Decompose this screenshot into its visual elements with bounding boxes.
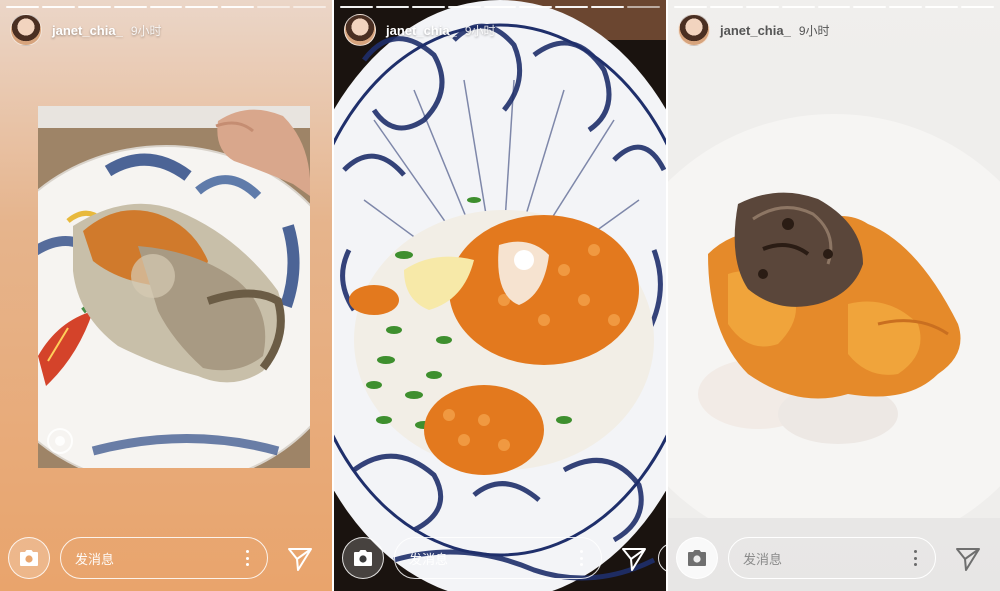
avatar[interactable] [10,14,42,46]
story-progress-bar [674,6,995,8]
progress-segment [483,6,517,8]
progress-segment [149,6,183,8]
instagram-stories-triptych: janet_chia_ 9小时 发消息 janet_chia_ 9小时 发消息 … [0,0,1000,591]
progress-segment [6,6,39,8]
progress-segment [853,6,887,8]
progress-segment [709,6,743,8]
username[interactable]: janet_chia_ [386,23,457,38]
progress-segment [925,6,959,8]
camera-icon [688,550,706,566]
message-placeholder: 发消息 [75,551,115,567]
camera-button[interactable] [676,537,718,579]
story-header: janet_chia_ 9小时 [344,14,496,46]
avatar[interactable] [678,14,710,46]
progress-segment [519,6,553,8]
avatar[interactable] [344,14,376,46]
camera-button[interactable] [342,537,384,579]
story-panel-2[interactable]: janet_chia_ 9小时 发消息 [334,0,666,591]
story-progress-bar [6,6,327,8]
message-input[interactable]: 发消息 [60,537,268,579]
progress-segment [77,6,111,8]
progress-segment [411,6,445,8]
progress-segment [745,6,779,8]
story-header: janet_chia_ 9小时 [678,14,830,46]
username[interactable]: janet_chia_ [52,23,123,38]
progress-segment [781,6,815,8]
progress-segment [293,6,327,8]
progress-segment [627,6,661,8]
camera-icon [20,550,38,566]
more-options-icon[interactable] [579,550,583,566]
progress-segment [447,6,481,8]
camera-icon [354,550,372,566]
progress-segment [375,6,409,8]
message-input[interactable]: 发消息 [394,537,602,579]
message-placeholder: 发消息 [409,551,449,567]
progress-segment [221,6,255,8]
story-photo [334,0,666,591]
send-icon[interactable] [286,545,314,573]
message-placeholder: 发消息 [743,551,783,567]
username[interactable]: janet_chia_ [720,23,791,38]
story-panel-3[interactable]: janet_chia_ 9小时 发消息 [668,0,1000,591]
progress-segment [185,6,219,8]
progress-segment [113,6,147,8]
story-footer: 发消息 [0,519,332,591]
story-progress-bar [340,6,661,8]
post-time: 9小时 [464,23,496,38]
oyster-dish-image [38,106,310,468]
more-options-icon[interactable] [245,550,249,566]
send-icon[interactable] [954,545,982,573]
more-options-icon[interactable] [913,550,917,566]
progress-segment [591,6,625,8]
message-input[interactable]: 发消息 [728,537,936,579]
story-photo [38,106,310,468]
progress-segment [889,6,923,8]
progress-segment [674,6,707,8]
progress-segment [41,6,75,8]
story-footer: 发消息 [334,519,666,591]
send-icon[interactable] [620,545,648,573]
progress-segment [555,6,589,8]
progress-segment [817,6,851,8]
tobiko-dish-image [334,0,666,591]
progress-segment [257,6,291,8]
story-footer: 发消息 [668,519,1000,591]
next-story-indicator [658,543,666,573]
post-time: 9小时 [798,23,830,38]
post-time: 9小时 [130,23,162,38]
progress-segment [961,6,995,8]
uni-truffle-image [668,74,1000,518]
camera-button[interactable] [8,537,50,579]
story-header: janet_chia_ 9小时 [10,14,162,46]
progress-segment [340,6,373,8]
story-panel-1[interactable]: janet_chia_ 9小时 发消息 [0,0,332,591]
story-photo [668,74,1000,518]
